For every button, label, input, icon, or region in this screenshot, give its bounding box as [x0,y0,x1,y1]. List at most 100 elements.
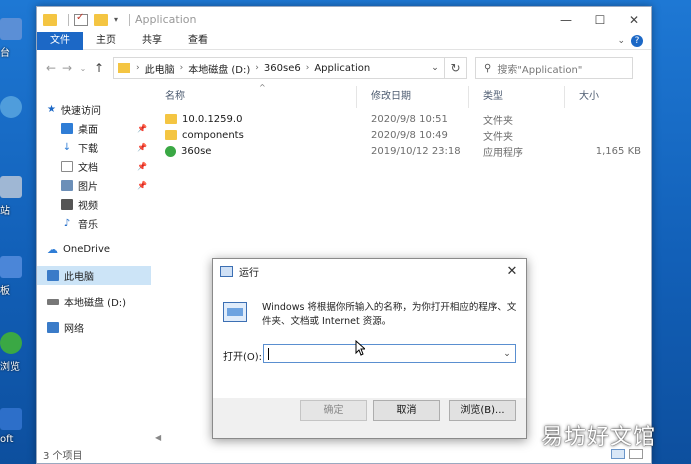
search-input[interactable]: ⚲ 搜索"Application" [475,57,633,79]
desktop-icon-label: oft [0,434,14,445]
chevron-right-icon[interactable]: › [306,63,310,73]
picture-icon [61,180,73,191]
file-date: 2020/9/8 10:51 [371,113,448,125]
column-modified[interactable]: 修改日期 [357,86,469,108]
nav-quick-access[interactable]: ★ 快速访问 [37,100,151,119]
browse-button[interactable]: 浏览(B)... [449,400,516,421]
search-placeholder: 搜索"Application" [497,64,583,76]
tab-file[interactable]: 文件 [37,31,83,50]
app-icon [0,408,22,430]
nav-documents[interactable]: 文档 📌 [37,157,151,176]
text-caret [268,347,269,360]
nav-this-pc[interactable]: 此电脑 [37,266,151,285]
nav-network[interactable]: 网络 [37,318,151,337]
up-arrow-icon[interactable]: ↑ [91,61,107,75]
app-icon [0,256,22,278]
pin-icon[interactable]: 📌 [137,181,147,190]
divider [68,13,69,26]
divider [129,13,131,26]
properties-icon[interactable] [74,12,88,26]
file-row[interactable]: 10.0.1259.0 2020/9/8 10:51 文件夹 [151,111,651,127]
file-row[interactable]: 360se 2019/10/12 23:18 应用程序 1,165 KB [151,143,651,159]
chevron-down-icon[interactable]: ⌄ [426,63,444,73]
nav-item-label: OneDrive [63,244,111,255]
customize-quick-access-icon[interactable]: ▾ [114,15,118,24]
refresh-icon[interactable]: ↻ [445,57,467,79]
desktop-icon-label: 台 [0,48,10,59]
app-icon [0,96,22,118]
nav-downloads[interactable]: ↓ 下载 📌 [37,138,151,157]
breadcrumb-this-pc[interactable]: 此电脑 [145,61,175,76]
nav-music[interactable]: ♪ 音乐 [37,214,151,233]
maximize-button[interactable]: ☐ [583,7,617,32]
chevron-right-icon[interactable]: › [180,63,184,73]
chevron-down-icon[interactable]: ⌄ [499,349,515,359]
file-type: 文件夹 [483,131,513,143]
nav-desktop[interactable]: 桌面 📌 [37,119,151,138]
file-row[interactable]: components 2020/9/8 10:49 文件夹 [151,127,651,143]
desktop-icon-6[interactable]: oft [0,408,36,445]
nav-videos[interactable]: 视频 [37,195,151,214]
column-name[interactable]: 名称 [151,86,357,108]
network-icon [47,322,59,333]
scroll-left-icon[interactable]: ◀ [155,433,161,442]
open-label: 打开(O): [223,352,263,363]
breadcrumb-application[interactable]: Application [314,63,370,74]
run-icon [220,265,233,277]
file-size: 1,165 KB [595,145,641,157]
document-icon [61,161,73,172]
ok-button[interactable]: 确定 [300,400,367,421]
file-type: 应用程序 [483,147,523,159]
nav-item-label: 视频 [78,201,98,212]
tab-view[interactable]: 查看 [175,32,221,50]
recent-locations-icon[interactable]: ⌄ [75,64,91,73]
pin-icon[interactable]: 📌 [137,143,147,152]
column-size[interactable]: 大小 [565,86,625,108]
nav-item-label: 快速访问 [60,106,101,117]
desktop-folder-icon [61,123,73,134]
nav-item-label: 音乐 [78,220,98,231]
new-folder-icon[interactable] [94,13,108,26]
open-combobox[interactable]: ⌄ [263,344,516,363]
file-type: 文件夹 [483,115,513,127]
back-arrow-icon[interactable]: ← [43,61,59,75]
nav-item-label: 网络 [64,324,84,335]
music-icon: ♪ [63,218,71,229]
minimize-button[interactable]: — [549,7,583,32]
desktop-icon-4[interactable]: 板 [0,256,36,297]
forward-arrow-icon[interactable]: → [59,61,75,75]
desktop-icon-label: 浏览 [0,362,20,373]
chevron-right-icon[interactable]: › [255,63,259,73]
chevron-right-icon[interactable]: › [136,63,140,73]
folder-icon [165,130,177,140]
desktop-icon-2[interactable] [0,96,36,118]
run-title-bar[interactable]: 运行 ✕ [213,259,526,283]
search-icon: ⚲ [484,62,492,74]
column-type[interactable]: 类型 [469,86,565,108]
desktop-icon-1[interactable]: 台 [0,18,36,59]
pin-icon[interactable]: 📌 [137,124,147,133]
drive-icon [47,298,59,305]
help-icon[interactable]: ? [631,34,643,47]
nav-onedrive[interactable]: ☁ OneDrive [37,240,151,259]
address-bar[interactable]: › 此电脑 › 本地磁盘 (D:) › 360se6 › Application… [113,57,445,79]
desktop-icon-label: 站 [0,206,10,217]
nav-pictures[interactable]: 图片 📌 [37,176,151,195]
breadcrumb-360se6[interactable]: 360se6 [264,63,301,74]
expand-ribbon-icon[interactable]: ⌄ [617,36,625,46]
nav-drive-d[interactable]: 本地磁盘 (D:) [37,292,151,311]
title-bar[interactable]: ▾ Application — ☐ ✕ [37,7,651,32]
pin-icon[interactable]: 📌 [137,162,147,171]
close-icon[interactable]: ✕ [498,264,526,279]
folder-icon [165,114,177,124]
close-button[interactable]: ✕ [617,7,651,32]
breadcrumb-drive-d[interactable]: 本地磁盘 (D:) [188,61,250,76]
watermark-text: 易坊好文馆 [541,425,657,450]
video-icon [61,199,73,210]
desktop-icon-5[interactable]: 浏览 [0,332,36,373]
tab-share[interactable]: 共享 [129,32,175,50]
tab-home[interactable]: 主页 [83,32,129,50]
cancel-button[interactable]: 取消 [373,400,440,421]
desktop-icon-3[interactable]: 站 [0,176,36,217]
browser-icon [0,332,22,354]
